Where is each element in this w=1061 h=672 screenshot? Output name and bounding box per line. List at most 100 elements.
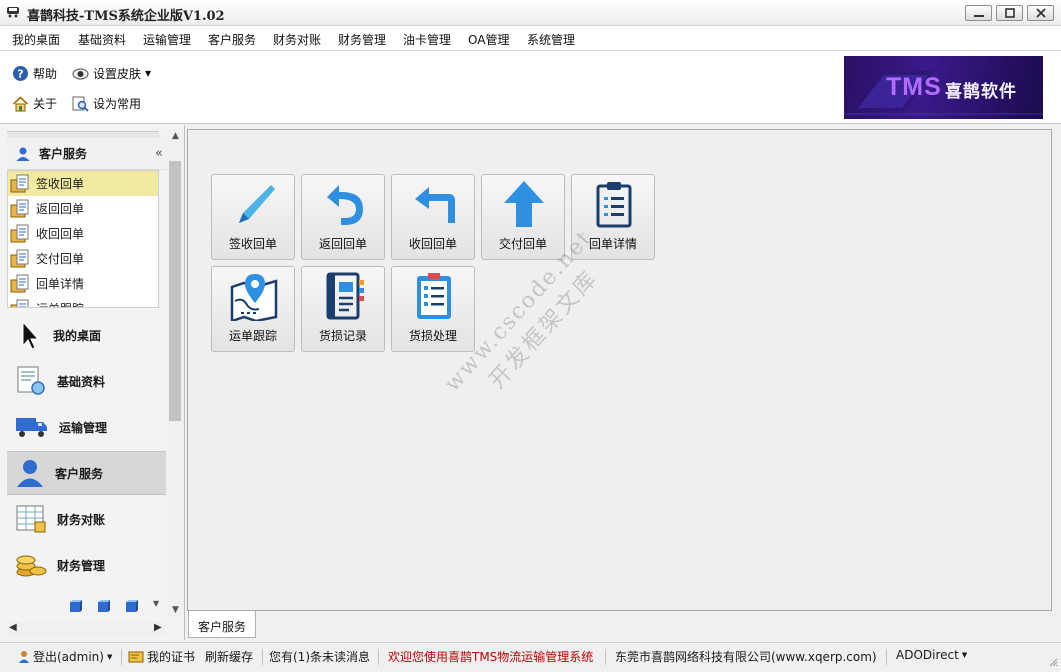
document-folder-icon	[10, 249, 29, 267]
menu-item-reconciliation[interactable]: 财务对账	[273, 31, 321, 48]
list-item-waybill-tracking[interactable]: 运单跟踪	[8, 296, 158, 307]
db-connection-dropdown[interactable]: ADODirect ▼	[896, 648, 967, 662]
left-panel-scrollbar[interactable]: ▲ ▼	[167, 129, 184, 617]
scrollbar-thumb[interactable]	[169, 161, 181, 421]
module-deliver-receipt-button[interactable]: 交付回单	[481, 174, 565, 260]
help-label: 帮助	[33, 67, 58, 81]
dropdown-arrow-icon: ▼	[961, 651, 968, 659]
document-tab-customer-service[interactable]: 客户服务	[188, 611, 256, 638]
dropdown-arrow-icon: ▼	[106, 652, 113, 661]
nav-group-label: 财务对账	[57, 512, 106, 527]
nav-group-finance[interactable]: 财务管理	[7, 543, 166, 587]
certificate-icon	[128, 651, 144, 662]
mini-cube-icon[interactable]	[125, 599, 139, 613]
menu-item-customer-service[interactable]: 客户服务	[208, 31, 256, 48]
help-button[interactable]: ? 帮助	[12, 65, 57, 82]
mini-cube-icon[interactable]	[69, 599, 83, 613]
menu-item-system[interactable]: 系统管理	[527, 31, 575, 48]
return-arrow-icon	[415, 187, 455, 223]
nav-group-customer-service[interactable]: 客户服务	[7, 451, 166, 495]
scroll-up-icon[interactable]: ▲	[170, 131, 181, 141]
menu-item-oa[interactable]: OA管理	[468, 31, 509, 48]
skin-dropdown[interactable]: 设置皮肤 ▼	[72, 65, 151, 82]
list-item-label: 运单跟踪	[36, 300, 84, 307]
checklist-icon	[417, 273, 451, 319]
refresh-cache-button[interactable]: 刷新缓存	[205, 648, 253, 665]
svg-text:?: ?	[17, 68, 23, 81]
section-title: 客户服务	[39, 147, 88, 161]
nav-group-transport[interactable]: 运输管理	[7, 405, 166, 449]
sub-item-list: 签收回单 返回回单 收回回单 交付回单 回单详情 运单跟踪	[7, 170, 159, 308]
notebook-icon	[326, 272, 364, 320]
menu-item-desktop[interactable]: 我的桌面	[12, 31, 60, 48]
list-item-recover-receipt[interactable]: 收回回单	[8, 221, 158, 246]
list-item-label: 签收回单	[36, 177, 85, 191]
up-arrow-icon	[504, 181, 544, 227]
menu-bar: 我的桌面 基础资料 运输管理 客户服务 财务对账 财务管理 油卡管理 OA管理 …	[0, 26, 1061, 51]
module-damage-handling-button[interactable]: 货损处理	[391, 266, 475, 352]
logout-button[interactable]: 登出(admin) ▼	[18, 648, 112, 665]
my-certificate-button[interactable]: 我的证书	[128, 648, 195, 665]
close-icon	[1036, 8, 1046, 18]
module-label: 返回回单	[318, 237, 367, 251]
module-damage-record-button[interactable]: 货损记录	[301, 266, 385, 352]
dropdown-arrow-icon: ▼	[145, 69, 152, 78]
minimize-icon	[974, 15, 984, 17]
welcome-message: 欢迎您使用喜鹊TMS物流运输管理系统	[388, 648, 593, 665]
skin-label: 设置皮肤	[93, 67, 142, 81]
list-item-label: 交付回单	[36, 252, 85, 266]
list-item-deliver-receipt[interactable]: 交付回单	[8, 246, 158, 271]
minimize-button[interactable]	[965, 5, 992, 21]
list-item-label: 回单详情	[36, 277, 85, 291]
nav-group-label: 运输管理	[59, 420, 108, 435]
help-icon: ?	[13, 66, 28, 81]
maximize-button[interactable]	[996, 5, 1023, 21]
close-button[interactable]	[1027, 5, 1054, 21]
menu-item-basic-data[interactable]: 基础资料	[78, 31, 126, 48]
mini-cube-icon[interactable]	[97, 599, 111, 613]
set-favorite-button[interactable]: 设为常用	[72, 95, 141, 112]
unread-messages-link[interactable]: 您有(1)条未读消息	[269, 648, 370, 665]
menu-item-transport[interactable]: 运输管理	[143, 31, 191, 48]
module-recover-receipt-button[interactable]: 收回回单	[391, 174, 475, 260]
maximize-icon	[1005, 8, 1015, 18]
status-separator	[262, 649, 263, 665]
resize-grip-icon[interactable]	[1048, 657, 1058, 667]
menu-item-finance[interactable]: 财务管理	[338, 31, 386, 48]
module-sign-receipt-button[interactable]: 签收回单	[211, 174, 295, 260]
company-info: 东莞市喜鹊网络科技有限公司(www.xqerp.com)	[615, 648, 877, 665]
scroll-down-icon[interactable]: ▼	[170, 605, 181, 615]
spreadsheet-icon	[16, 505, 46, 533]
left-panel-hscrollbar[interactable]: ◀ ▶	[7, 622, 165, 636]
nav-group-reconciliation[interactable]: 财务对账	[7, 497, 166, 541]
collapse-icon[interactable]: «	[155, 146, 163, 161]
more-groups-arrow-icon[interactable]: ▼	[153, 599, 159, 608]
left-nav-panel: 客户服务 « 签收回单 返回回单 收回回单 交付回单 回单详情 运单跟踪	[0, 125, 185, 640]
nav-group-desktop[interactable]: 我的桌面	[7, 313, 166, 357]
module-label: 签收回单	[228, 237, 277, 251]
module-receipt-detail-button[interactable]: 回单详情	[571, 174, 655, 260]
nav-group-label: 基础资料	[57, 374, 106, 389]
module-label: 交付回单	[498, 237, 547, 251]
module-return-receipt-button[interactable]: 返回回单	[301, 174, 385, 260]
module-waybill-tracking-button[interactable]: 运单跟踪	[211, 266, 295, 352]
map-pin-icon	[230, 274, 278, 321]
list-item-sign-receipt[interactable]: 签收回单	[8, 171, 158, 196]
list-item-receipt-detail[interactable]: 回单详情	[8, 271, 158, 296]
window-title: 喜鹊科技-TMS系统企业版V1.02	[27, 9, 225, 24]
coins-icon	[16, 555, 47, 577]
pen-icon	[239, 185, 275, 223]
status-separator	[886, 649, 887, 665]
about-button[interactable]: 关于	[12, 95, 57, 112]
home-icon	[12, 95, 29, 111]
menu-item-fuel-card[interactable]: 油卡管理	[403, 31, 451, 48]
banner-tms-text: TMS	[886, 73, 942, 101]
user-icon	[19, 651, 29, 663]
status-bar: 登出(admin) ▼ 我的证书 刷新缓存 您有(1)条未读消息 欢迎您使用喜鹊…	[0, 642, 1061, 672]
nav-group-basic-data[interactable]: 基础资料	[7, 359, 166, 403]
list-item-return-receipt[interactable]: 返回回单	[8, 196, 158, 221]
list-item-label: 返回回单	[36, 202, 85, 216]
scroll-left-icon[interactable]: ◀	[9, 622, 17, 633]
scroll-right-icon[interactable]: ▶	[154, 622, 162, 633]
undo-arrow-icon	[327, 185, 363, 225]
